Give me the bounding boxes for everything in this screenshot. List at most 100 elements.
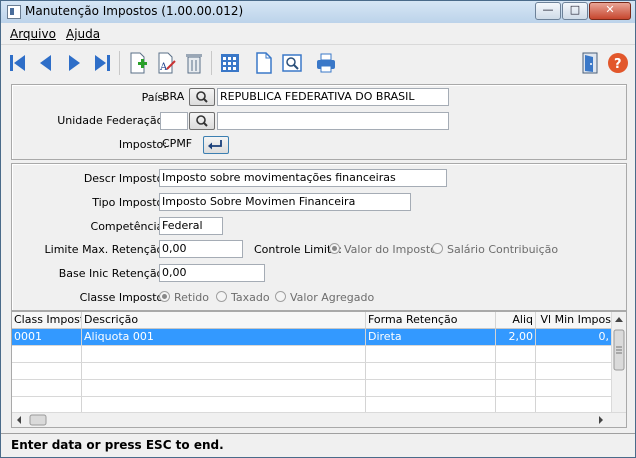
toolbar-separator [211, 51, 212, 75]
uf-code-field[interactable] [160, 112, 188, 130]
controle-salario-radio[interactable]: Salário Contribuição [432, 243, 558, 256]
classe-opt2-text: Taxado [231, 291, 270, 304]
status-text: Enter data or press ESC to end. [11, 438, 224, 452]
menu-ajuda[interactable]: Ajuda [66, 27, 100, 41]
cell-empty [496, 363, 536, 379]
status-bar: Enter data or press ESC to end. [1, 433, 635, 457]
exit-door-icon[interactable] [579, 51, 601, 75]
descr-label: Descr Imposto: [83, 172, 167, 185]
vertical-scrollbar[interactable] [611, 312, 626, 412]
table-row[interactable]: 0001 Aliquota 001 Direta 2,00 0, [12, 329, 612, 346]
controle-valor-radio[interactable]: Valor do Imposto [329, 243, 437, 256]
cell-empty [366, 397, 496, 413]
uf-name-field[interactable] [217, 112, 449, 130]
cell-empty [12, 363, 82, 379]
cell-empty [12, 346, 82, 362]
cell-empty [366, 380, 496, 396]
table-row-empty[interactable] [12, 363, 612, 380]
calendar-icon[interactable] [219, 51, 241, 75]
pais-code-field[interactable]: BRA [160, 89, 188, 107]
help-icon[interactable]: ? [607, 51, 629, 75]
new-record-icon[interactable] [127, 51, 149, 75]
horizontal-scrollbar[interactable] [12, 412, 626, 427]
cell-empty [12, 380, 82, 396]
cell-empty [366, 346, 496, 362]
svg-text:A: A [159, 62, 168, 73]
classe-opt3-text: Valor Agregado [290, 291, 375, 304]
print-icon[interactable] [315, 51, 337, 75]
cell-empty [496, 380, 536, 396]
cell-empty [496, 397, 536, 413]
tipo-label: Tipo Imposto: [92, 196, 167, 209]
competencia-field[interactable]: Federal [159, 217, 223, 235]
details-panel: Descr Imposto: Imposto sobre movimentaçõ… [11, 163, 627, 311]
document-icon[interactable] [253, 51, 275, 75]
col-header-forma[interactable]: Forma Retenção [366, 312, 496, 328]
app-icon [7, 5, 21, 19]
grid-header: Class Imposto Descrição Forma Retenção A… [12, 312, 612, 329]
controle-opt2-text: Salário Contribuição [447, 243, 559, 256]
enter-arrow-icon [208, 140, 222, 150]
search-icon [196, 91, 208, 103]
imposto-enter-button[interactable] [203, 136, 229, 154]
maximize-button[interactable]: □ [562, 2, 588, 20]
tipo-field[interactable]: Imposto Sobre Movimen Financeira [159, 193, 411, 211]
col-header-vlmin[interactable]: Vl Min Impos [536, 312, 612, 328]
base-label: Base Inic Retenção: [58, 267, 167, 280]
competencia-label: Competência: [90, 220, 167, 233]
cell-empty [366, 363, 496, 379]
limite-field[interactable]: 0,00 [159, 240, 243, 258]
main-window: Manutenção Impostos (1.00.00.012) — □ ✕ … [0, 0, 636, 458]
classe-agregado-radio[interactable]: Valor Agregado [275, 291, 374, 304]
first-record-icon[interactable] [7, 51, 29, 75]
cell-empty [82, 397, 366, 413]
col-header-descricao[interactable]: Descrição [82, 312, 366, 328]
title-bar: Manutenção Impostos (1.00.00.012) — □ ✕ [1, 1, 635, 23]
cell-empty [82, 346, 366, 362]
next-record-icon[interactable] [63, 51, 85, 75]
uf-search-button[interactable] [189, 112, 215, 130]
base-field[interactable]: 0,00 [159, 264, 265, 282]
limite-label: Limite Max. Retenção: [44, 243, 167, 256]
cell-forma: Direta [366, 329, 496, 345]
search-preview-icon[interactable] [281, 51, 303, 75]
minimize-button[interactable]: — [535, 2, 561, 20]
imposto-code-field[interactable]: CPMF [160, 136, 200, 154]
radio-unselected-icon [432, 243, 443, 254]
radio-selected-icon [329, 243, 340, 254]
pais-name-field[interactable]: REPUBLICA FEDERATIVA DO BRASIL [217, 88, 449, 106]
cell-class: 0001 [12, 329, 82, 345]
svg-text:?: ? [614, 57, 622, 72]
cell-vlmin: 0, [536, 329, 612, 345]
cell-empty [12, 397, 82, 413]
last-record-icon[interactable] [91, 51, 113, 75]
cell-descricao: Aliquota 001 [82, 329, 366, 345]
col-header-class[interactable]: Class Imposto [12, 312, 82, 328]
radio-unselected-icon [275, 291, 286, 302]
classe-opt1-text: Retido [174, 291, 209, 304]
window-title: Manutenção Impostos (1.00.00.012) [25, 4, 244, 18]
search-icon [196, 115, 208, 127]
radio-unselected-icon [216, 291, 227, 302]
table-row-empty[interactable] [12, 380, 612, 397]
controle-opt1-text: Valor do Imposto [344, 243, 437, 256]
uf-label: Unidade Federação: [57, 114, 167, 127]
menu-bar: Arquivo Ajuda [1, 23, 635, 43]
pais-search-button[interactable] [189, 88, 215, 106]
descr-field[interactable]: Imposto sobre movimentações financeiras [159, 169, 447, 187]
table-row-empty[interactable] [12, 346, 612, 363]
classe-label: Classe Imposto: [79, 291, 167, 304]
previous-record-icon[interactable] [35, 51, 57, 75]
cell-aliq: 2,00 [496, 329, 536, 345]
header-panel: País: BRA REPUBLICA FEDERATIVA DO BRASIL… [11, 84, 627, 160]
delete-record-icon[interactable] [183, 51, 205, 75]
hscroll-arrows-icon [17, 414, 603, 426]
edit-record-icon[interactable]: A [155, 51, 177, 75]
menu-arquivo[interactable]: Arquivo [10, 27, 56, 41]
col-header-aliq[interactable]: Aliq [496, 312, 536, 328]
classe-taxado-radio[interactable]: Taxado [216, 291, 270, 304]
toolbar: A ? [1, 44, 635, 81]
cell-empty [82, 380, 366, 396]
close-button[interactable]: ✕ [589, 2, 631, 20]
classe-retido-radio[interactable]: Retido [159, 291, 209, 304]
